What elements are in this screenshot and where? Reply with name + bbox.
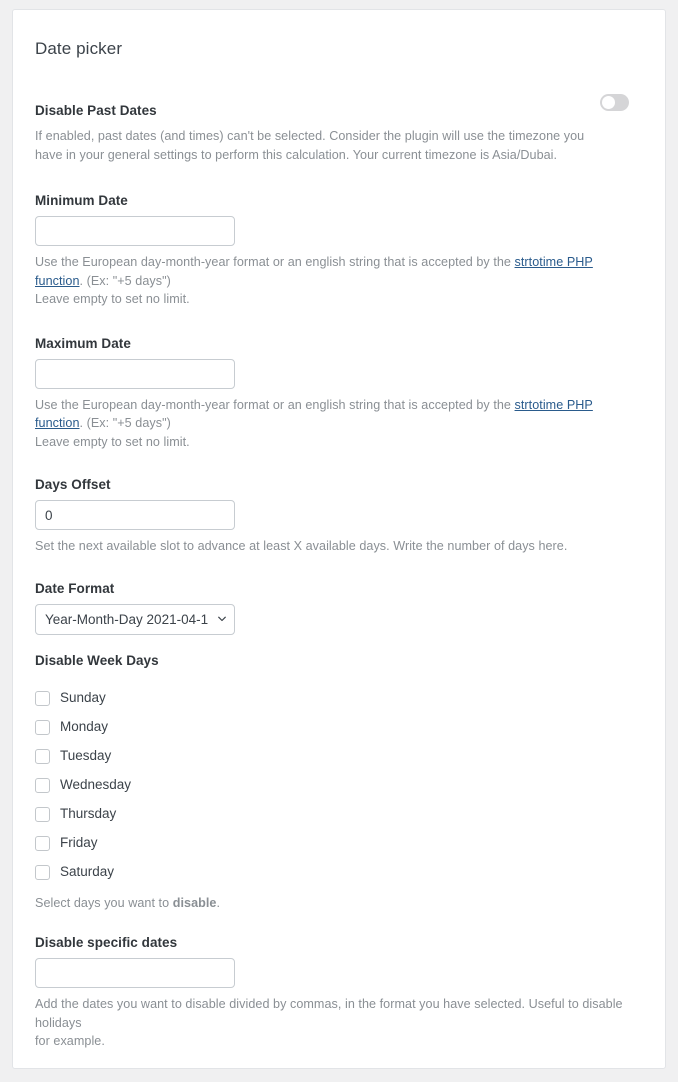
checkbox-sunday[interactable] [35, 690, 50, 706]
disable-week-days-help-suffix: . [216, 895, 221, 910]
disable-specific-dates-input[interactable] [35, 958, 235, 988]
disable-week-days-help-prefix: Select days you want to [35, 895, 173, 910]
days-offset-field: Days Offset Set the next available slot … [35, 476, 643, 556]
minimum-date-help-second-line: Leave empty to set no limit. [35, 292, 190, 306]
disable-past-dates-help-line2: have in your general settings to perform… [35, 147, 558, 162]
week-day-item-sunday[interactable]: Sunday [35, 684, 643, 713]
disable-past-dates-help: If enabled, past dates (and times) can't… [35, 127, 643, 164]
disable-specific-dates-help: Add the dates you want to disable divide… [35, 995, 643, 1051]
days-offset-help: Set the next available slot to advance a… [35, 539, 568, 553]
week-day-item-tuesday[interactable]: Tuesday [35, 742, 643, 771]
maximum-date-field: Maximum Date Use the European day-month-… [35, 335, 643, 452]
minimum-date-help-prefix: Use the European day-month-year format o… [35, 255, 515, 269]
days-offset-label: Days Offset [35, 477, 111, 492]
disable-past-dates-label: Disable Past Dates [35, 103, 157, 118]
maximum-date-help: Use the European day-month-year format o… [35, 396, 643, 452]
date-picker-settings-card: Date picker Disable Past Dates If enable… [12, 9, 666, 1069]
disable-week-days-label: Disable Week Days [35, 652, 159, 668]
date-format-label: Date Format [35, 580, 115, 596]
checkbox-wednesday[interactable] [35, 777, 50, 793]
week-day-label: Sunday [60, 690, 106, 705]
maximum-date-label: Maximum Date [35, 335, 131, 351]
week-day-item-thursday[interactable]: Thursday [35, 800, 643, 829]
checkbox-friday[interactable] [35, 835, 50, 851]
minimum-date-label: Minimum Date [35, 193, 128, 208]
date-format-field: Date Format Year-Month-Day 2021-04-1 [35, 580, 643, 635]
week-day-item-friday[interactable]: Friday [35, 829, 643, 858]
disable-specific-dates-label: Disable specific dates [35, 935, 178, 950]
minimum-date-field: Minimum Date Use the European day-month-… [35, 192, 643, 309]
disable-past-dates-toggle[interactable] [600, 94, 629, 111]
disable-specific-dates-help-line2: for example. [35, 1034, 105, 1048]
checkbox-monday[interactable] [35, 719, 50, 735]
week-day-label: Saturday [60, 864, 115, 879]
disable-past-dates-help-line1: If enabled, past dates (and times) can't… [35, 129, 585, 143]
minimum-date-input[interactable] [35, 216, 235, 246]
week-days-checkbox-list: Sunday Monday Tuesday Wednesday Thursday [35, 684, 643, 887]
week-day-label: Tuesday [60, 748, 112, 763]
week-day-item-wednesday[interactable]: Wednesday [35, 771, 643, 800]
maximum-date-help-second-line: Leave empty to set no limit. [35, 434, 190, 449]
week-day-label: Thursday [60, 806, 117, 821]
week-day-item-monday[interactable]: Monday [35, 713, 643, 742]
disable-week-days-help: Select days you want to disable. [35, 894, 643, 913]
date-format-selected-value: Year-Month-Day 2021-04-1 [45, 611, 209, 627]
maximum-date-help-prefix: Use the European day-month-year format o… [35, 397, 515, 412]
disable-specific-dates-help-line1: Add the dates you want to disable divide… [35, 997, 623, 1030]
week-day-label: Monday [60, 719, 109, 734]
minimum-date-help-suffix: . (Ex: "+5 days") [79, 273, 171, 288]
disable-past-dates-field: Disable Past Dates If enabled, past date… [35, 94, 643, 164]
week-day-item-saturday[interactable]: Saturday [35, 858, 643, 887]
maximum-date-help-suffix: . (Ex: "+5 days") [79, 416, 171, 430]
date-format-select[interactable]: Year-Month-Day 2021-04-1 [35, 603, 235, 635]
toggle-knob-icon [602, 96, 615, 109]
checkbox-saturday[interactable] [35, 864, 50, 880]
checkbox-thursday[interactable] [35, 806, 50, 822]
disable-week-days-help-bold: disable [172, 895, 217, 910]
checkbox-tuesday[interactable] [35, 748, 50, 764]
days-offset-input[interactable] [35, 500, 235, 530]
maximum-date-input[interactable] [35, 358, 235, 389]
minimum-date-help: Use the European day-month-year format o… [35, 253, 643, 309]
page-title: Date picker [35, 39, 123, 58]
week-day-label: Wednesday [60, 777, 132, 792]
week-day-label: Friday [60, 835, 98, 850]
disable-specific-dates-field: Disable specific dates Add the dates you… [35, 934, 643, 1051]
disable-week-days-field: Disable Week Days Sunday Monday Tuesday … [35, 652, 643, 913]
